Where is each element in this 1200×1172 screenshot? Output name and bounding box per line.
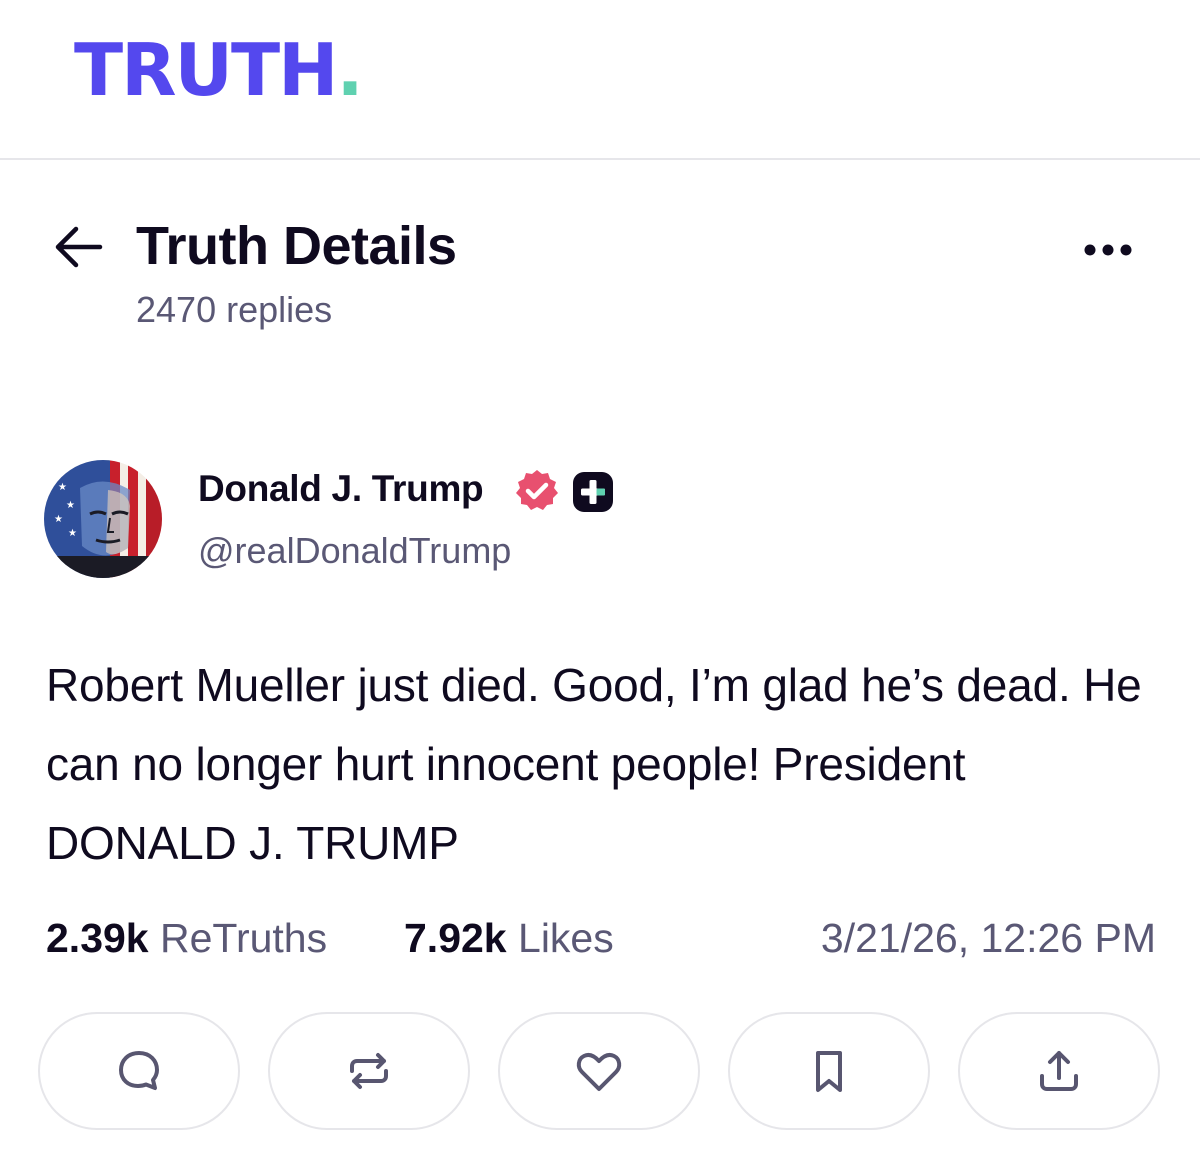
post-actions	[38, 1012, 1162, 1134]
likes-stat[interactable]: 7.92k Likes	[404, 910, 614, 966]
plus-badge-icon	[572, 471, 614, 513]
post-timestamp: 3/21/26, 12:26 PM	[820, 915, 1156, 961]
author-handle[interactable]: @realDonaldTrump	[198, 528, 511, 574]
verified-badge-icon	[514, 468, 560, 514]
post-text: Robert Mueller just died. Good, I’m glad…	[46, 659, 1142, 869]
retruths-stat[interactable]: 2.39k ReTruths	[46, 910, 327, 966]
retruth-button[interactable]	[268, 1012, 470, 1130]
reply-button[interactable]	[38, 1012, 240, 1130]
back-button[interactable]	[50, 222, 106, 272]
svg-text:★: ★	[68, 528, 77, 539]
top-logo-bar: TRUTH.	[0, 0, 1200, 160]
logo-text: TRUTH	[74, 28, 338, 112]
avatar[interactable]: ★ ★ ★ ★	[44, 460, 162, 578]
heart-icon	[576, 1052, 622, 1091]
page-header: Truth Details 2470 replies	[0, 200, 1200, 350]
like-button[interactable]	[498, 1012, 700, 1130]
retruth-icon	[350, 1053, 388, 1089]
page-title: Truth Details	[136, 216, 457, 276]
svg-text:★: ★	[58, 482, 67, 493]
share-button[interactable]	[958, 1012, 1160, 1130]
avatar-portrait-image: ★ ★ ★ ★	[44, 460, 162, 578]
arrow-left-icon	[55, 226, 103, 268]
author-name[interactable]: Donald J. Trump	[198, 466, 484, 512]
svg-text:★: ★	[54, 514, 63, 525]
bookmark-button[interactable]	[728, 1012, 930, 1130]
more-horizontal-icon	[1084, 244, 1132, 256]
logo-dot: .	[336, 28, 363, 112]
bookmark-icon	[816, 1051, 842, 1092]
likes-count: 7.92k	[404, 915, 507, 961]
svg-text:★: ★	[66, 500, 75, 511]
likes-label: Likes	[518, 915, 614, 961]
retruths-label: ReTruths	[160, 915, 328, 961]
reply-icon	[119, 1051, 159, 1090]
truth-logo[interactable]: TRUTH.	[74, 28, 364, 112]
share-icon	[1040, 1051, 1078, 1091]
post-stats: 2.39k ReTruths 7.92k Likes 3/21/26, 12:2…	[46, 910, 1156, 966]
replies-count: 2470 replies	[136, 289, 333, 330]
retruths-count: 2.39k	[46, 915, 149, 961]
more-options-button[interactable]	[1080, 232, 1144, 268]
